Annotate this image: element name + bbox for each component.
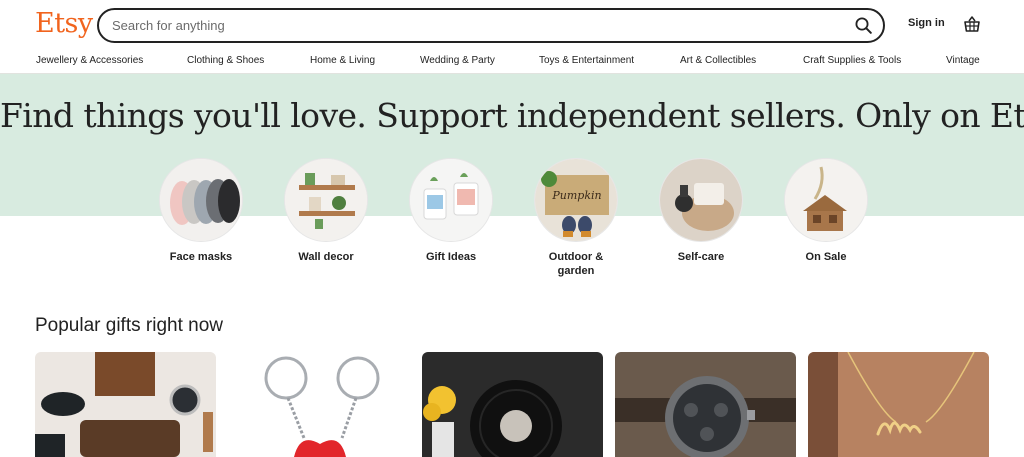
sign-in-link[interactable]: Sign in xyxy=(908,17,945,29)
gift-ideas-image xyxy=(409,158,493,242)
on-sale-image xyxy=(784,158,868,242)
product-card-vinyl[interactable] xyxy=(422,352,603,457)
search-input[interactable] xyxy=(99,10,843,41)
product-card-wallet[interactable] xyxy=(35,352,216,457)
product-card-watch[interactable] xyxy=(615,352,796,457)
featured-self-care[interactable]: Self-care xyxy=(659,158,743,264)
hero-title: Find things you'll love. Support indepen… xyxy=(0,96,1024,135)
search-bar xyxy=(97,8,885,43)
nav-jewellery-accessories[interactable]: Jewellery & Accessories xyxy=(36,55,143,66)
featured-gift-ideas[interactable]: Gift Ideas xyxy=(409,158,493,264)
product-image xyxy=(422,352,603,457)
self-care-image xyxy=(659,158,743,242)
nav-toys-entertainment[interactable]: Toys & Entertainment xyxy=(539,55,634,66)
nav-vintage[interactable]: Vintage xyxy=(946,55,980,66)
featured-label: Gift Ideas xyxy=(425,251,477,263)
featured-label: Outdoor & garden xyxy=(548,251,604,277)
featured-label: Self-care xyxy=(677,251,725,263)
featured-outdoor-garden[interactable]: Pumpkin Outdoor & garden xyxy=(534,158,618,278)
svg-text:Pumpkin: Pumpkin xyxy=(551,189,601,202)
outdoor-garden-image: Pumpkin xyxy=(534,158,618,242)
featured-wall-decor[interactable]: Wall decor xyxy=(284,158,368,264)
site-header: Etsy Sign in xyxy=(0,0,1024,50)
search-icon xyxy=(855,17,872,34)
featured-face-masks[interactable]: Face masks xyxy=(159,158,243,264)
face-masks-image xyxy=(159,158,243,242)
category-nav: Jewellery & Accessories Clothing & Shoes… xyxy=(0,50,1024,74)
product-image xyxy=(228,352,409,457)
product-image xyxy=(35,352,216,457)
popular-gifts-title: Popular gifts right now xyxy=(35,315,223,336)
nav-art-collectibles[interactable]: Art & Collectibles xyxy=(680,55,756,66)
wall-decor-image xyxy=(284,158,368,242)
product-image xyxy=(615,352,796,457)
search-button[interactable] xyxy=(843,10,883,41)
nav-wedding-party[interactable]: Wedding & Party xyxy=(420,55,495,66)
product-card-keychain[interactable] xyxy=(228,352,409,457)
basket-icon[interactable] xyxy=(962,14,982,34)
etsy-logo[interactable]: Etsy xyxy=(35,8,93,39)
featured-label: Face masks xyxy=(169,251,233,263)
nav-clothing-shoes[interactable]: Clothing & Shoes xyxy=(187,55,264,66)
featured-on-sale[interactable]: On Sale xyxy=(784,158,868,264)
product-card-necklace[interactable] xyxy=(808,352,989,457)
featured-label: On Sale xyxy=(805,251,847,263)
product-image xyxy=(808,352,989,457)
nav-craft-supplies-tools[interactable]: Craft Supplies & Tools xyxy=(803,55,901,66)
featured-label: Wall decor xyxy=(298,251,354,263)
nav-home-living[interactable]: Home & Living xyxy=(310,55,375,66)
